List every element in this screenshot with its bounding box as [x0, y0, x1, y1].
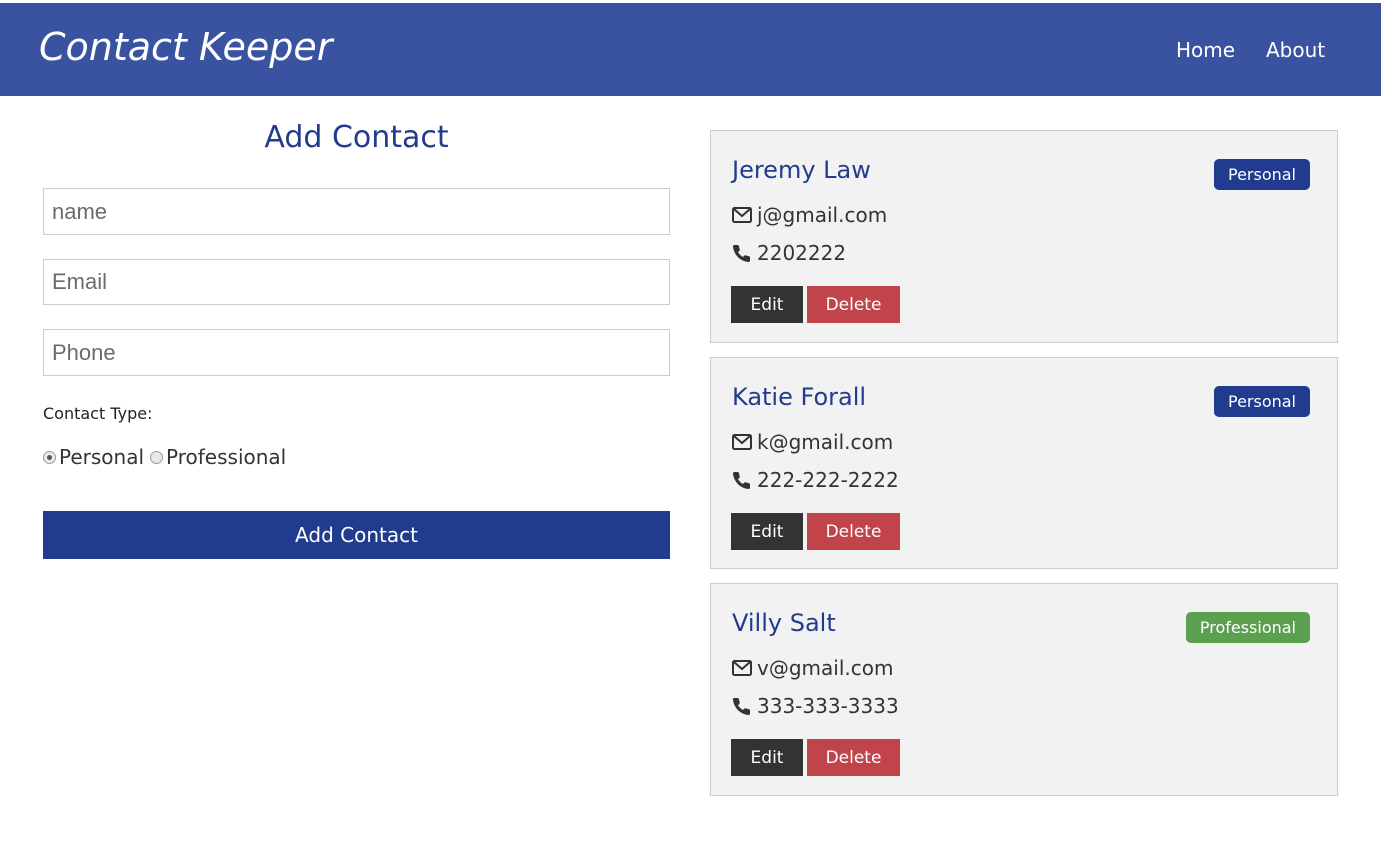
contact-card: Jeremy Law Personal j@gmail.com 2202222 …	[710, 130, 1338, 343]
nav-home-link[interactable]: Home	[1176, 38, 1235, 62]
contact-email-row: k@gmail.com	[732, 430, 893, 454]
delete-button[interactable]: Delete	[807, 739, 900, 776]
navbar: Contact Keeper Home About	[0, 3, 1381, 96]
contact-phone: 222-222-2222	[757, 468, 899, 492]
contact-card: Villy Salt Professional v@gmail.com 333-…	[710, 583, 1338, 796]
contact-phone-row: 222-222-2222	[732, 468, 899, 492]
personal-radio-label: Personal	[59, 445, 145, 469]
delete-button[interactable]: Delete	[807, 286, 900, 323]
contact-type-badge: Professional	[1185, 612, 1310, 643]
add-contact-button[interactable]: Add Contact	[43, 511, 670, 559]
brand-title: Contact Keeper	[39, 25, 333, 69]
contact-email: v@gmail.com	[757, 656, 894, 680]
contact-phone-row: 333-333-3333	[732, 694, 899, 718]
phone-icon	[732, 244, 750, 263]
personal-radio[interactable]	[43, 450, 56, 464]
contact-name: Katie Forall	[732, 383, 867, 411]
contact-type-badge: Personal	[1213, 159, 1310, 190]
name-input[interactable]	[43, 188, 670, 235]
form-title: Add Contact	[264, 120, 449, 155]
edit-button[interactable]: Edit	[731, 286, 803, 323]
delete-button[interactable]: Delete	[807, 513, 900, 550]
contact-name: Jeremy Law	[732, 156, 871, 184]
contact-phone: 2202222	[757, 241, 847, 265]
phone-icon	[732, 697, 750, 716]
contact-email-row: v@gmail.com	[732, 656, 893, 680]
contact-email: k@gmail.com	[757, 430, 894, 454]
contact-phone: 333-333-3333	[757, 694, 899, 718]
phone-input[interactable]	[43, 329, 670, 376]
email-input[interactable]	[43, 259, 670, 305]
envelope-icon	[732, 434, 752, 450]
contact-phone-row: 2202222	[732, 241, 846, 265]
contact-type-options: Personal Professional	[43, 445, 292, 469]
professional-radio[interactable]	[150, 450, 164, 464]
contact-card: Katie Forall Personal k@gmail.com 222-22…	[710, 357, 1338, 569]
edit-button[interactable]: Edit	[731, 739, 803, 776]
contact-name: Villy Salt	[732, 609, 836, 637]
envelope-icon	[732, 660, 752, 676]
contact-type-badge: Personal	[1213, 386, 1310, 417]
edit-button[interactable]: Edit	[731, 513, 803, 550]
nav-about-link[interactable]: About	[1266, 38, 1325, 62]
professional-radio-label: Professional	[166, 445, 287, 469]
contact-email-row: j@gmail.com	[732, 203, 887, 227]
contact-type-label: Contact Type:	[43, 404, 153, 423]
envelope-icon	[732, 207, 752, 223]
contact-email: j@gmail.com	[757, 203, 888, 227]
phone-icon	[732, 471, 750, 490]
